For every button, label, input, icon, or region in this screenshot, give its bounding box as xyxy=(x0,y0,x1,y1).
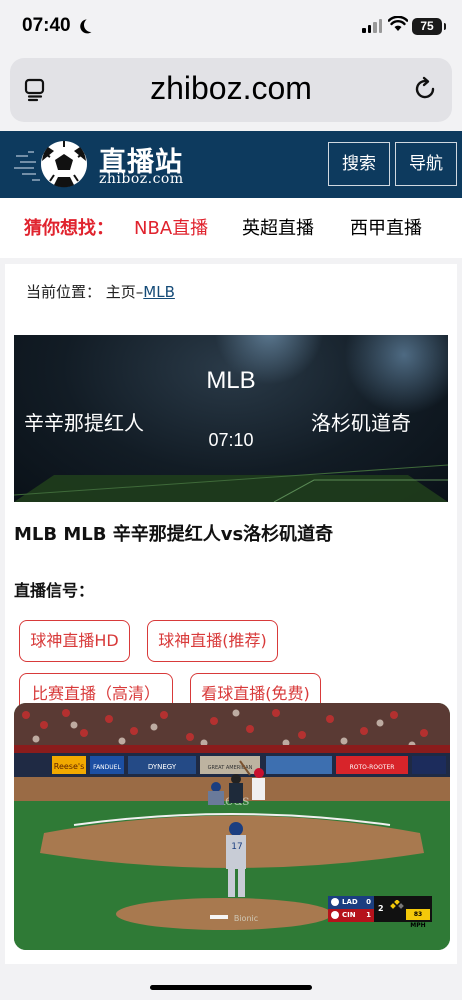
address-bar[interactable]: zhiboz.com xyxy=(10,58,452,122)
scorebug-inning: 2 xyxy=(378,904,384,913)
status-bar: 07:40 75 xyxy=(0,0,462,56)
signal-button-2[interactable]: 球神直播(推荐) xyxy=(147,620,278,662)
search-button[interactable]: 搜索 xyxy=(328,142,390,186)
signal-title: 直播信号： xyxy=(14,581,95,600)
cellular-signal-icon xyxy=(362,19,382,33)
moon-icon xyxy=(82,16,100,34)
battery-icon: 75 xyxy=(412,18,446,35)
match-banner: MLB 辛辛那提红人 洛杉矶道奇 07:10 xyxy=(14,335,448,502)
umpire xyxy=(229,774,243,803)
bases-icon xyxy=(390,900,404,909)
ad-roto-rooter: ROTO-ROOTER xyxy=(350,764,395,771)
reds-logo-icon xyxy=(331,911,339,919)
video-player[interactable]: Reese's FANDUEL DYNEGY GREAT AMERICAN RO… xyxy=(14,703,450,950)
home-indicator[interactable] xyxy=(150,985,312,990)
breadcrumb-prefix: 当前位置： 主页– xyxy=(26,283,144,301)
guess-label: 猜你想找： xyxy=(24,218,114,239)
soccer-ball-logo-icon[interactable] xyxy=(14,137,94,192)
ad-fanduel: FANDUEL xyxy=(93,764,121,771)
svg-text:17: 17 xyxy=(231,842,242,852)
status-time: 07:40 xyxy=(22,15,71,36)
url-text[interactable]: zhiboz.com xyxy=(10,70,452,107)
scorebug: LAD 0 CIN 1 2 83 MPH xyxy=(328,896,432,929)
scorebug-home: CIN 1 xyxy=(328,909,374,922)
nav-button[interactable]: 导航 xyxy=(395,142,457,186)
match-title: MLB MLB 辛辛那提红人vs洛杉矶道奇 xyxy=(14,524,334,545)
guess-link-nba[interactable]: NBA直播 xyxy=(134,214,208,240)
guess-link-laliga[interactable]: 西甲直播 xyxy=(350,214,422,240)
guess-link-epl[interactable]: 英超直播 xyxy=(242,214,314,240)
site-header: 直播站 zhiboz.com 搜索 导航 xyxy=(0,131,462,198)
signal-button-1[interactable]: 球神直播HD xyxy=(19,620,130,662)
logo-subtitle: zhiboz.com xyxy=(99,171,184,187)
banner-time: 07:10 xyxy=(208,430,254,450)
reload-icon[interactable] xyxy=(412,76,438,102)
breadcrumb: 当前位置： 主页–MLB xyxy=(26,281,175,302)
dodgers-logo-icon xyxy=(331,898,339,906)
banner-league: MLB xyxy=(206,367,256,394)
wifi-icon xyxy=(388,16,408,31)
scorebug-pitch-speed: 83 MPH xyxy=(406,909,430,929)
svg-text:Bionic: Bionic xyxy=(234,914,258,923)
scorebug-away: LAD 0 xyxy=(328,896,374,909)
guess-row: 猜你想找： NBA直播 英超直播 西甲直播 xyxy=(0,198,462,258)
ad-dynegy: DYNEGY xyxy=(148,763,177,771)
ad-reeses: Reese's xyxy=(54,762,85,771)
breadcrumb-link-mlb[interactable]: MLB xyxy=(143,283,175,301)
